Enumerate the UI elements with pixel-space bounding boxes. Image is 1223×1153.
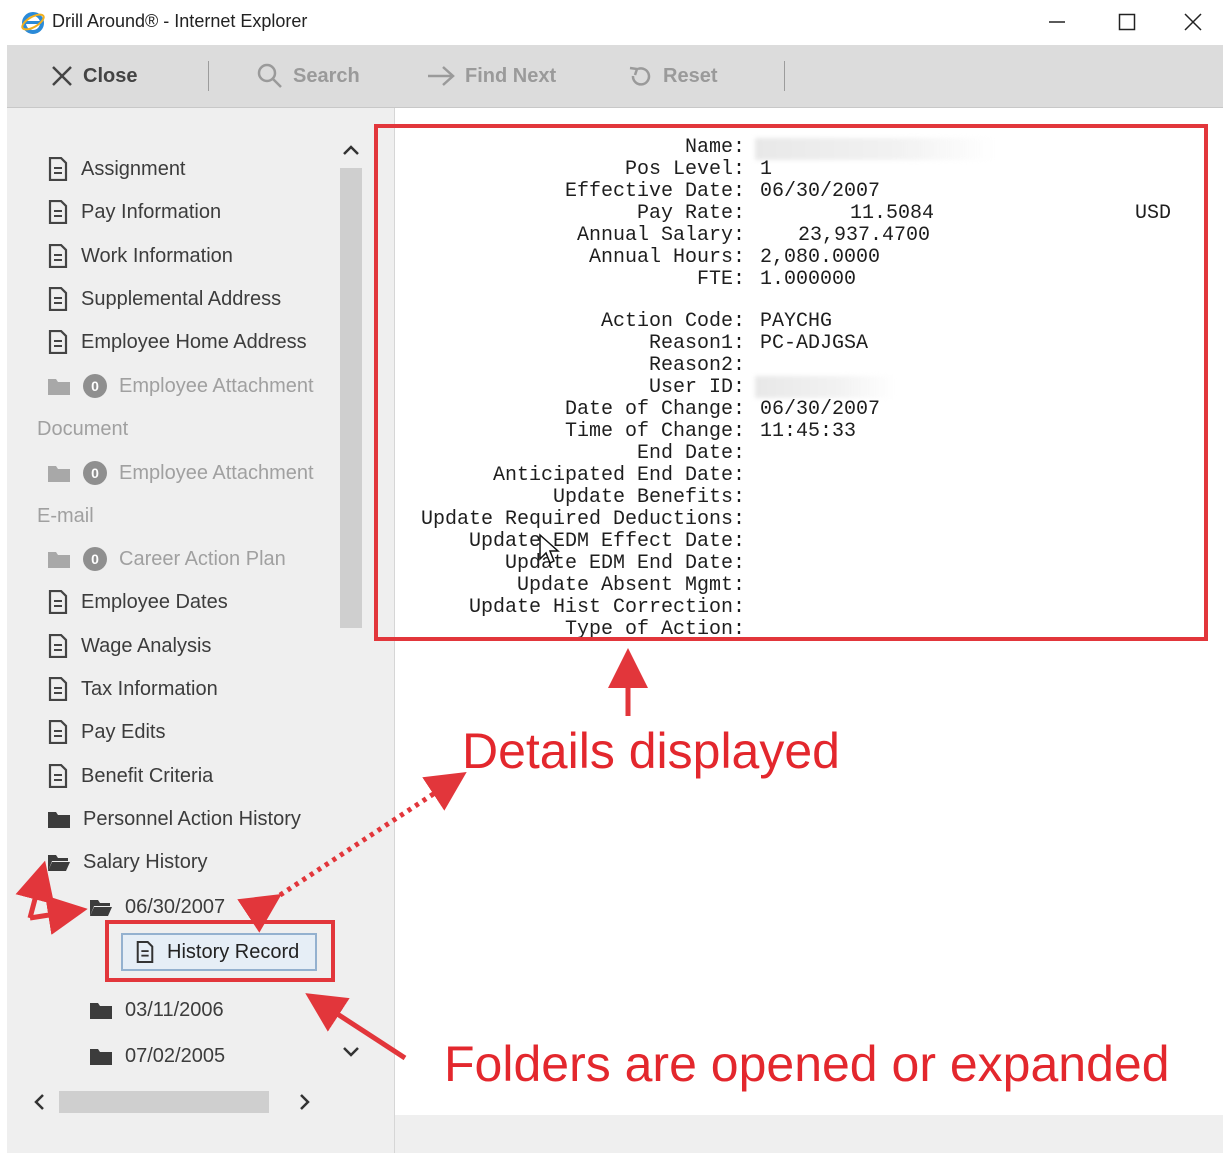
dotted-arrow-link [237, 771, 467, 933]
bent-arrow-date-folder [29, 895, 88, 935]
bent-arrow-salary-history [15, 860, 55, 919]
annotation-arrows [15, 648, 648, 1061]
arrow-to-history-record [305, 993, 407, 1061]
